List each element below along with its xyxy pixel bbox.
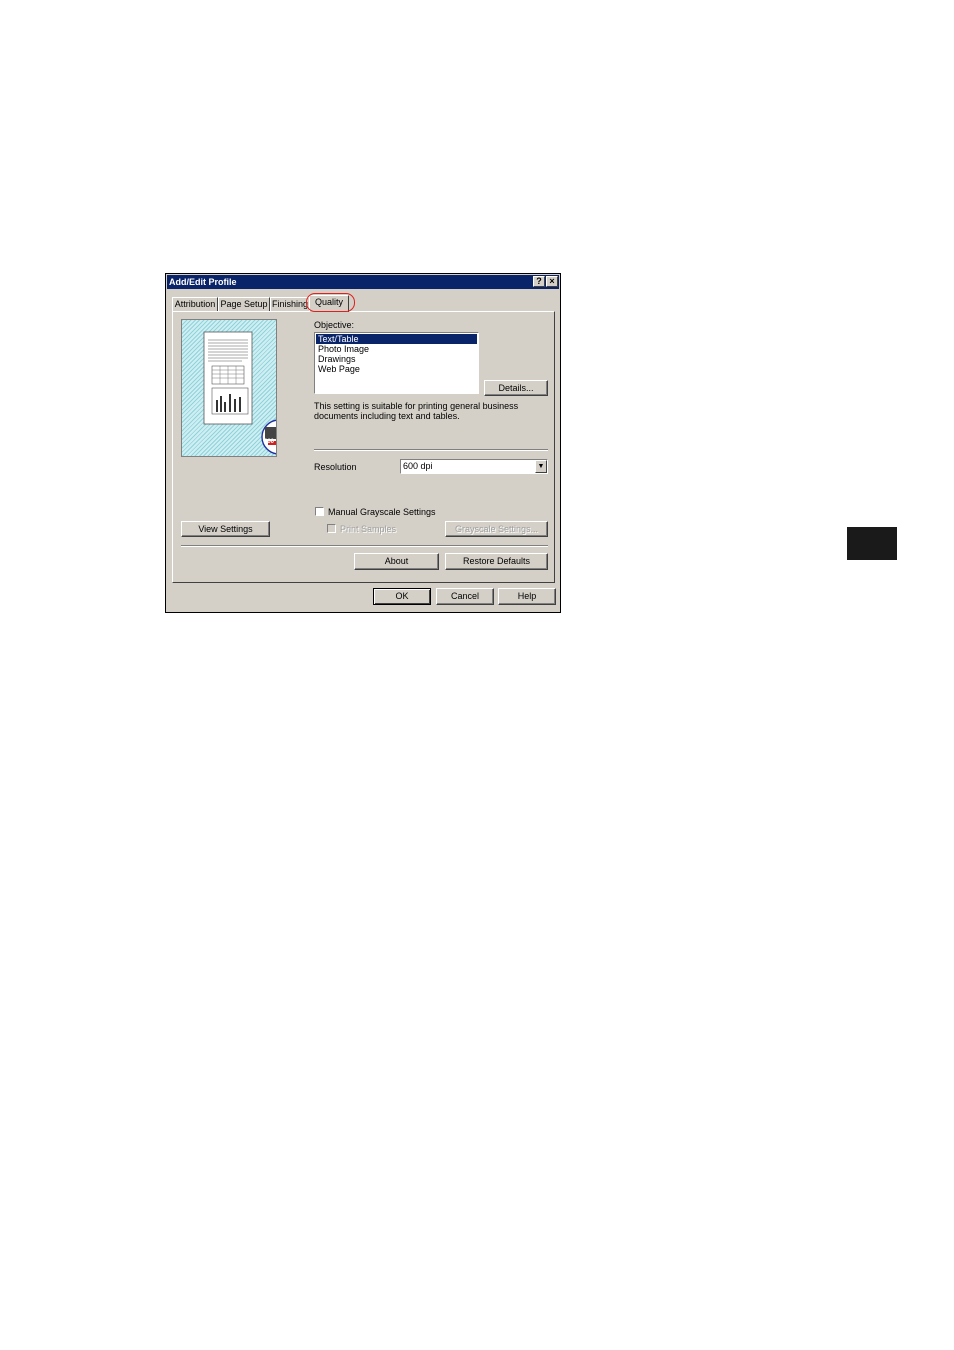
help-button[interactable]: Help: [498, 588, 556, 605]
preview-resolution-badge: 600: [264, 439, 275, 445]
preview-illustration: [203, 331, 276, 455]
tab-finishing[interactable]: Finishing: [270, 297, 310, 311]
chevron-down-icon[interactable]: ▼: [535, 460, 547, 473]
separator-resolution: [314, 449, 548, 451]
grayscale-settings-button[interactable]: Grayscale Settings...: [445, 521, 548, 537]
separator-bottom: [181, 545, 548, 547]
objective-label: Objective:: [314, 320, 355, 330]
resolution-select[interactable]: 600 dpi ▼: [400, 459, 548, 474]
tab-page-setup[interactable]: Page Setup: [218, 297, 270, 311]
about-button[interactable]: About: [354, 553, 439, 570]
help-title-button[interactable]: ?: [533, 276, 545, 287]
manual-grayscale-label: Manual Grayscale Settings: [328, 507, 436, 517]
print-samples-label: Print Samples: [340, 524, 397, 534]
manual-grayscale-checkbox[interactable]: [315, 507, 324, 516]
print-samples-checkbox[interactable]: [327, 524, 336, 533]
dialog-title: Add/Edit Profile: [169, 277, 237, 287]
title-bar[interactable]: Add/Edit Profile ? ×: [167, 275, 559, 289]
tab-attribution[interactable]: Attribution: [172, 297, 218, 311]
resolution-value: 600 dpi: [403, 461, 433, 471]
restore-defaults-button[interactable]: Restore Defaults: [445, 553, 548, 570]
objective-option-text-table[interactable]: Text/Table: [316, 334, 477, 344]
objective-option-web-page[interactable]: Web Page: [316, 364, 477, 374]
quality-tab-highlight-ring: [306, 293, 355, 312]
close-button[interactable]: ×: [546, 276, 558, 287]
objective-listbox[interactable]: Text/Table Photo Image Drawings Web Page: [314, 332, 479, 394]
view-settings-button[interactable]: View Settings: [181, 521, 270, 537]
ok-button[interactable]: OK: [373, 588, 431, 605]
objective-option-photo-image[interactable]: Photo Image: [316, 344, 477, 354]
objective-description: This setting is suitable for printing ge…: [314, 401, 519, 421]
cancel-button[interactable]: Cancel: [436, 588, 494, 605]
add-edit-profile-dialog: Add/Edit Profile ? × Attribution Page Se…: [165, 273, 561, 613]
resolution-label: Resolution: [314, 462, 357, 472]
details-button[interactable]: Details...: [484, 380, 548, 396]
chapter-tab-marker: [847, 527, 897, 560]
print-preview: 600: [181, 319, 277, 457]
quality-panel: 600 Objective: Text/Table Photo Image Dr…: [172, 311, 555, 583]
objective-option-drawings[interactable]: Drawings: [316, 354, 477, 364]
